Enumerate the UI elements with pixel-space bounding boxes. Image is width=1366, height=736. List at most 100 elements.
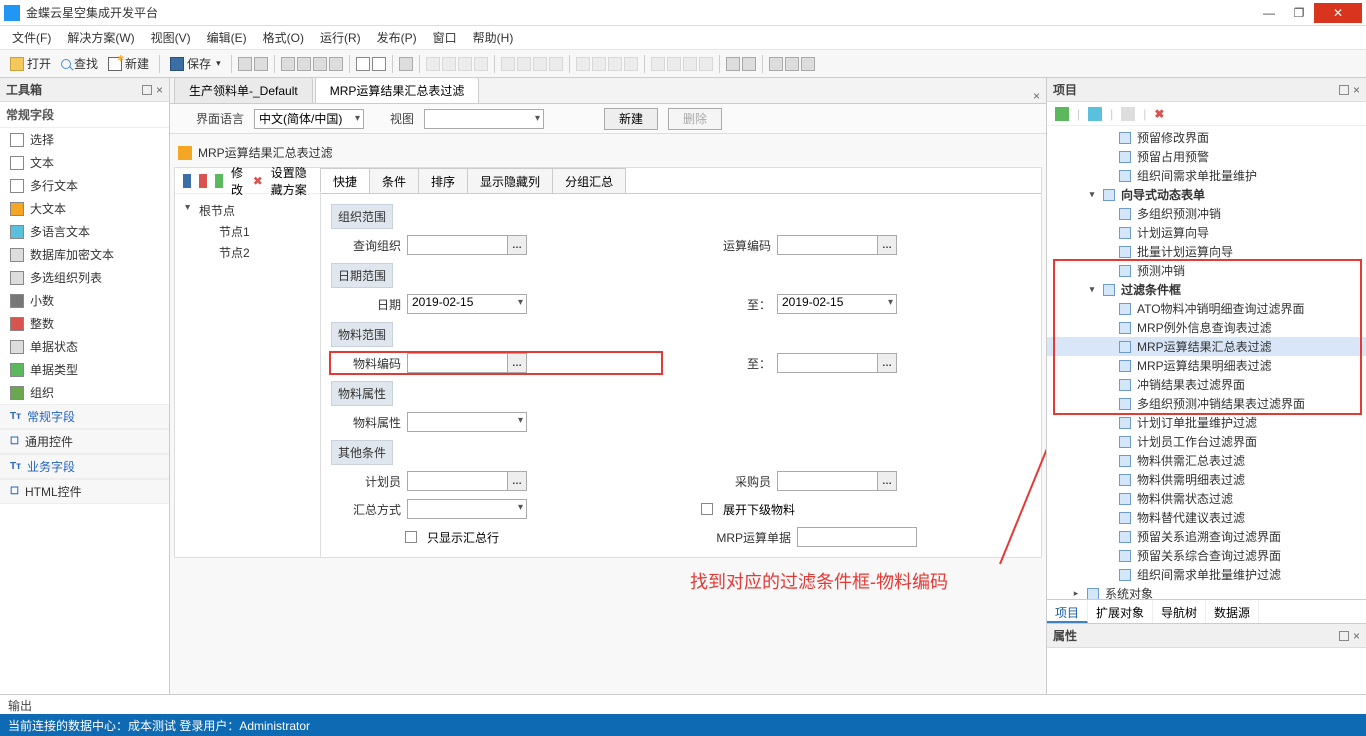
toolbox-item[interactable]: 多选组织列表 (0, 266, 169, 289)
toolbox-category[interactable]: Tᴛ业务字段 (0, 454, 169, 479)
toolbox-item[interactable]: 小数 (0, 289, 169, 312)
projtab-datasource[interactable]: 数据源 (1206, 600, 1259, 623)
project-tree-item[interactable]: 组织间需求单批量维护 (1047, 166, 1366, 185)
project-tree-item[interactable]: ▾过滤条件框 (1047, 280, 1366, 299)
project-tree-item[interactable]: 冲销结果表过滤界面 (1047, 375, 1366, 394)
tab-condition[interactable]: 条件 (369, 168, 419, 193)
date-to-input[interactable]: 2019-02-15 (777, 294, 897, 314)
spacing-icon[interactable] (624, 57, 638, 71)
restore-button[interactable]: ❐ (1284, 3, 1314, 23)
planner-input[interactable] (407, 471, 527, 491)
minimize-button[interactable]: — (1254, 3, 1284, 23)
project-tree-item[interactable]: MRP运算结果汇总表过滤 (1047, 337, 1366, 356)
set-hidden-scheme-button[interactable]: 设置隐藏方案 (271, 164, 312, 198)
project-tree-item[interactable]: 物料替代建议表过滤 (1047, 508, 1366, 527)
menu-publish[interactable]: 发布(P) (371, 27, 423, 48)
project-tree-item[interactable]: 多组织预测冲销 (1047, 204, 1366, 223)
undo-icon[interactable] (356, 57, 370, 71)
toolbox-item[interactable]: 整数 (0, 312, 169, 335)
toolbox-item[interactable]: 选择 (0, 128, 169, 151)
project-tree-item[interactable]: 计划员工作台过滤界面 (1047, 432, 1366, 451)
project-tree-item[interactable]: 预留关系追溯查询过滤界面 (1047, 527, 1366, 546)
close-button[interactable]: ✕ (1314, 3, 1362, 23)
toolbox-item[interactable]: 组织 (0, 381, 169, 404)
close-icon[interactable]: × (1353, 629, 1360, 643)
delete-icon[interactable] (199, 174, 207, 188)
mrp-sheet-input[interactable] (797, 527, 917, 547)
project-tree-item[interactable]: 预留占用预警 (1047, 147, 1366, 166)
toolbox-category[interactable]: Tᴛ常规字段 (0, 404, 169, 429)
open-button[interactable]: 打开 (6, 53, 55, 74)
order-icon[interactable] (726, 57, 740, 71)
modify-button[interactable]: 修改 (231, 164, 245, 198)
find-button[interactable]: 查找 (57, 53, 102, 74)
expand-lower-checkbox[interactable] (701, 503, 713, 515)
misc-icon[interactable] (801, 57, 815, 71)
project-tree-item[interactable]: 计划订单批量维护过滤 (1047, 413, 1366, 432)
save-button[interactable]: 保存▾ (166, 53, 225, 74)
project-tree-item[interactable]: MRP运算结果明细表过滤 (1047, 356, 1366, 375)
pin-icon[interactable] (1339, 85, 1349, 95)
misc-icon[interactable] (769, 57, 783, 71)
tool-icon[interactable] (297, 57, 311, 71)
only-summary-checkbox[interactable] (405, 531, 417, 543)
spacing-icon[interactable] (683, 57, 697, 71)
project-tree-item[interactable]: 物料供需汇总表过滤 (1047, 451, 1366, 470)
tool-icon[interactable] (313, 57, 327, 71)
spacing-icon[interactable] (667, 57, 681, 71)
align-icon[interactable] (501, 57, 515, 71)
lang-combo[interactable]: 中文(简体/中国) (254, 109, 364, 129)
toolbox-item[interactable]: 多行文本 (0, 174, 169, 197)
close-icon[interactable]: × (156, 83, 163, 97)
align-icon[interactable] (458, 57, 472, 71)
project-tree-item[interactable]: 多组织预测冲销结果表过滤界面 (1047, 394, 1366, 413)
tree-root[interactable]: 根节点 (185, 200, 310, 221)
pin-icon[interactable] (142, 85, 152, 95)
align-icon[interactable] (517, 57, 531, 71)
project-tree[interactable]: 预留修改界面预留占用预警组织间需求单批量维护▾向导式动态表单多组织预测冲销计划运… (1047, 126, 1366, 599)
toolbox-category[interactable]: ☐通用控件 (0, 429, 169, 454)
buyer-input[interactable] (777, 471, 897, 491)
view-combo[interactable] (424, 109, 544, 129)
tab-default[interactable]: 生产领料单-_Default (174, 77, 313, 103)
project-tree-item[interactable]: 组织间需求单批量维护过滤 (1047, 565, 1366, 584)
toolbox-item[interactable]: 数据库加密文本 (0, 243, 169, 266)
tab-group[interactable]: 分组汇总 (552, 168, 626, 193)
project-tree-item[interactable]: 物料供需明细表过滤 (1047, 470, 1366, 489)
tree-node[interactable]: 节点1 (185, 221, 310, 242)
copy-icon[interactable] (1121, 107, 1135, 121)
project-tree-item[interactable]: 计划运算向导 (1047, 223, 1366, 242)
query-org-input[interactable] (407, 235, 527, 255)
toolbox-item[interactable]: 单据类型 (0, 358, 169, 381)
material-attr-input[interactable] (407, 412, 527, 432)
redo-icon[interactable] (372, 57, 386, 71)
spacing-icon[interactable] (699, 57, 713, 71)
spacing-icon[interactable] (651, 57, 665, 71)
menu-file[interactable]: 文件(F) (6, 27, 57, 48)
summary-mode-input[interactable] (407, 499, 527, 519)
spacing-icon[interactable] (592, 57, 606, 71)
project-tree-item[interactable]: ▸系统对象 (1047, 584, 1366, 599)
subbar-new-button[interactable]: 新建 (604, 108, 658, 130)
project-tree-item[interactable]: MRP例外信息查询表过滤 (1047, 318, 1366, 337)
toolbox-item[interactable]: 多语言文本 (0, 220, 169, 243)
toolbox-category[interactable]: ☐HTML控件 (0, 479, 169, 504)
tab-quick[interactable]: 快捷 (320, 168, 370, 193)
tree-node[interactable]: 节点2 (185, 242, 310, 263)
menu-edit[interactable]: 编辑(E) (201, 27, 253, 48)
project-tree-item[interactable]: 批量计划运算向导 (1047, 242, 1366, 261)
project-tree-item[interactable]: 预留关系综合查询过滤界面 (1047, 546, 1366, 565)
projtab-project[interactable]: 项目 (1047, 600, 1088, 623)
toolbox-item[interactable]: 文本 (0, 151, 169, 174)
menu-format[interactable]: 格式(O) (257, 27, 310, 48)
misc-icon[interactable] (785, 57, 799, 71)
close-icon[interactable]: × (1353, 83, 1360, 97)
project-tree-item[interactable]: 物料供需状态过滤 (1047, 489, 1366, 508)
tab-close-icon[interactable]: × (1033, 89, 1040, 103)
tool-icon[interactable] (329, 57, 343, 71)
plan-code-input[interactable] (777, 235, 897, 255)
menu-help[interactable]: 帮助(H) (467, 27, 520, 48)
spacing-icon[interactable] (608, 57, 622, 71)
order-icon[interactable] (742, 57, 756, 71)
menu-window[interactable]: 窗口 (427, 27, 463, 48)
